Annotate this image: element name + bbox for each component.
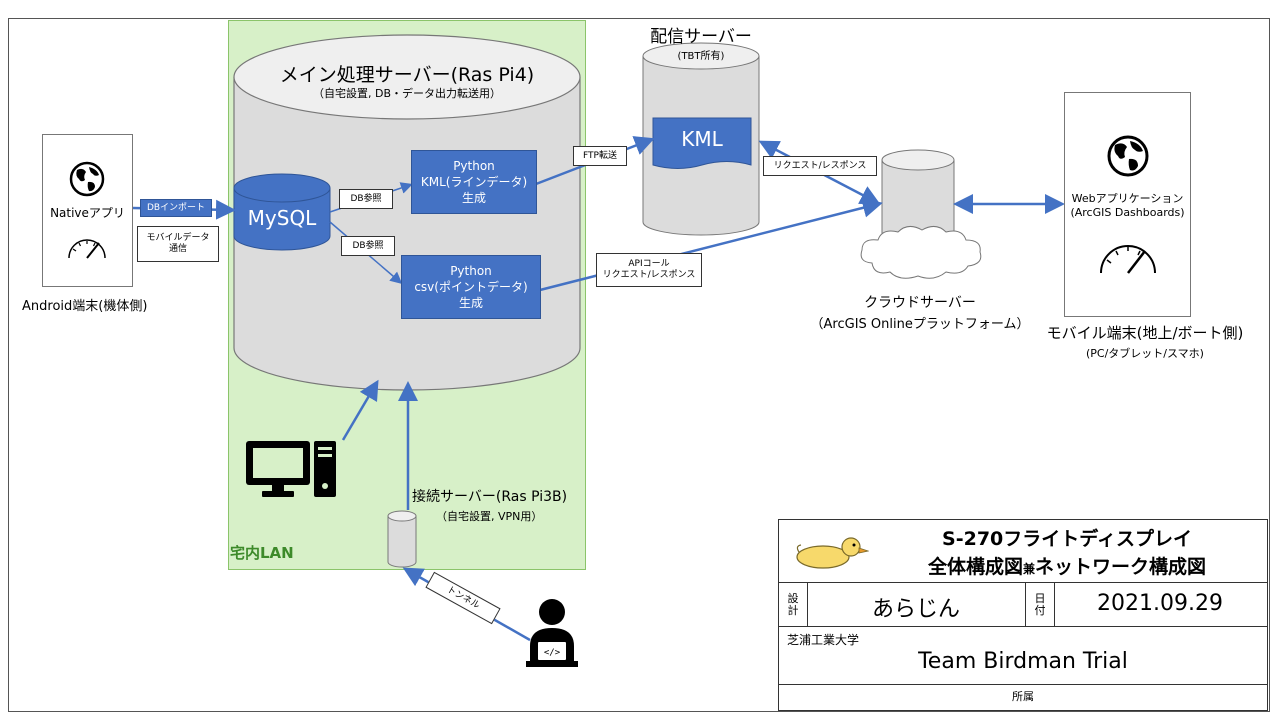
mobile-comm-line2: 通信 (168, 244, 187, 254)
request-response-note: リクエスト/レスポンス (763, 156, 877, 176)
affiliation-label: 所属 (1012, 690, 1034, 703)
title-line2: 全体構成図兼ネットワーク構成図 (875, 552, 1259, 579)
connection-server-subtitle: （自宅設置, VPN用） (436, 510, 543, 523)
python-csv-line1: Python (450, 264, 492, 278)
title-line1: S-270フライトディスプレイ (942, 528, 1192, 550)
python-csv-box: Python csv(ポイントデータ) 生成 (401, 255, 541, 319)
date-label: 日 付 (1025, 583, 1055, 626)
title-line2c: ネットワーク構成図 (1035, 556, 1207, 578)
cloud-server-title: クラウドサーバー (864, 295, 976, 311)
kml-label: KML (681, 127, 723, 151)
mysql-label: MySQL (247, 206, 317, 230)
cloud-shape (860, 226, 982, 279)
speedometer-icon (68, 239, 106, 259)
python-kml-line2: KML(ラインデータ) (420, 175, 528, 189)
python-csv-line3: 生成 (458, 296, 483, 310)
arrow-pc-to-main (341, 379, 379, 441)
org-small: 芝浦工業大学 (787, 633, 860, 647)
db-ref-note-2: DB参照 (341, 236, 395, 256)
duck-logo-icon (796, 537, 869, 569)
date-label-1: 日 (1034, 591, 1046, 605)
developer-icon: </> (526, 599, 578, 667)
delivery-server-subtitle: (TBT所有) (677, 51, 725, 62)
design-label-1: 設 (787, 591, 799, 605)
connection-server-cylinder (387, 510, 417, 568)
db-import-label: DBインポート (140, 199, 212, 217)
api-call-line1: APIコール (628, 259, 670, 269)
python-kml-box: Python KML(ラインデータ) 生成 (411, 150, 537, 214)
android-caption: Android端末(機体側) (22, 299, 148, 314)
api-call-line2: リクエスト/レスポンス (602, 270, 696, 280)
globe-icon (69, 161, 105, 197)
main-server-title: メイン処理サーバー(Ras Pi4) (279, 64, 535, 86)
title-line2a: 全体構成図 (927, 556, 1023, 578)
db-ref-text-1: DB参照 (350, 193, 382, 204)
desktop-pc-icon (246, 441, 336, 497)
title-block-org-row: 芝浦工業大学 Team Birdman Trial (779, 627, 1267, 685)
mobile-comm-line1: モバイルデータ (146, 233, 210, 243)
python-kml-line3: 生成 (461, 191, 486, 205)
title-block: S-270フライトディスプレイ 全体構成図兼ネットワーク構成図 設 計 あらじん… (778, 519, 1268, 711)
org-name: Team Birdman Trial (918, 649, 1128, 674)
speedometer-icon (1100, 245, 1156, 274)
main-server-subtitle: （自宅設置, DB・データ出力転送用） (312, 87, 501, 100)
title-line2b: 兼 (1022, 562, 1035, 576)
web-app-line1: Webアプリケーション (1071, 192, 1184, 205)
mobile-subcaption: (PC/タブレット/スマホ) (1086, 347, 1204, 360)
ftp-transfer-note: FTP転送 (573, 146, 627, 166)
svg-text:</>: </> (544, 648, 561, 658)
android-app-label: Nativeアプリ (50, 206, 125, 220)
design-label: 設 計 (779, 583, 808, 626)
api-call-note: APIコール リクエスト/レスポンス (596, 253, 702, 287)
designer-name: あらじん (871, 597, 960, 622)
request-response-text: リクエスト/レスポンス (773, 160, 867, 171)
connection-server-title: 接続サーバー(Ras Pi3B) (412, 489, 568, 505)
db-ref-note-1: DB参照 (339, 189, 393, 209)
db-ref-text-2: DB参照 (352, 240, 384, 251)
cloud-server-subtitle: （ArcGIS Onlineプラットフォーム） (810, 317, 1030, 332)
delivery-server-title: 配信サーバー (650, 27, 752, 47)
date-value: 2021.09.29 (1097, 591, 1223, 616)
web-app-line2: (ArcGIS Dashboards) (1070, 206, 1185, 219)
design-label-2: 計 (787, 603, 799, 617)
title-block-header: S-270フライトディスプレイ 全体構成図兼ネットワーク構成図 (779, 520, 1267, 583)
globe-icon (1107, 135, 1149, 177)
title-block-design-row: 設 計 あらじん 日 付 2021.09.29 (779, 583, 1267, 627)
python-kml-line1: Python (453, 159, 495, 173)
ftp-transfer-text: FTP転送 (583, 150, 617, 161)
mobile-caption: モバイル端末(地上/ボート側) (1046, 324, 1244, 342)
date-label-2: 付 (1034, 603, 1046, 617)
db-import-text: DBインポート (146, 202, 206, 213)
mobile-comm-note: モバイルデータ 通信 (137, 226, 219, 262)
python-csv-line2: csv(ポイントデータ) (414, 280, 528, 294)
